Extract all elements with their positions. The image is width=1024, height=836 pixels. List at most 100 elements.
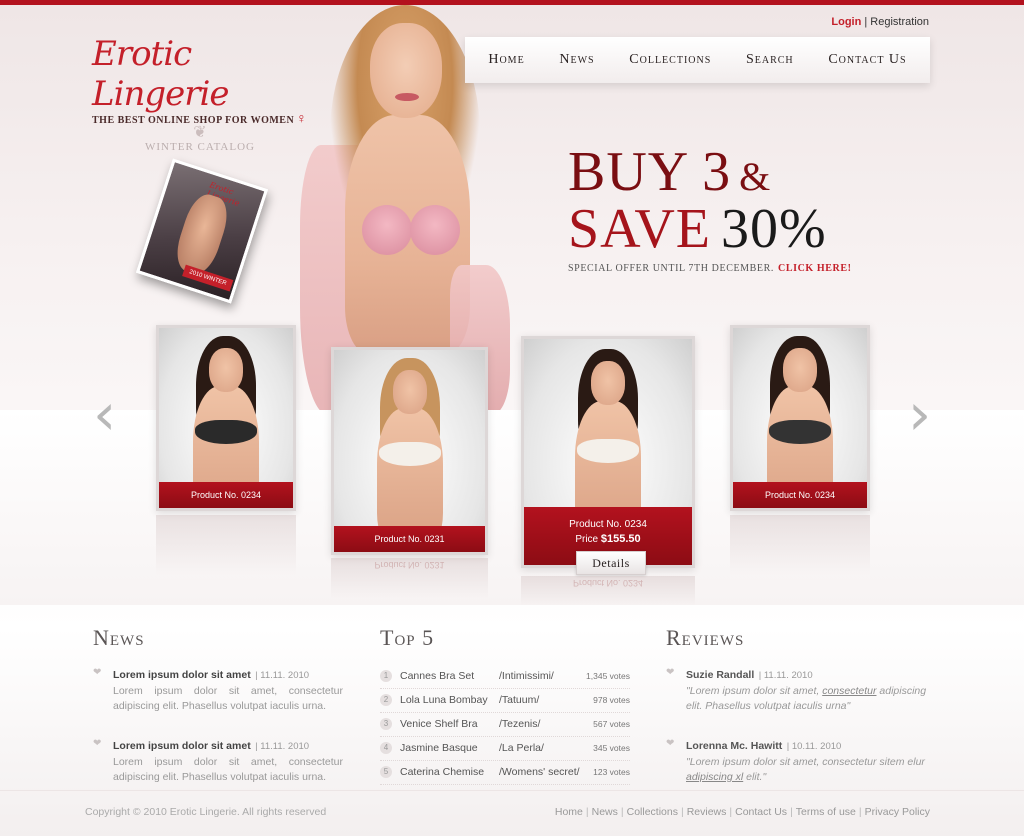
reviews-heading: Reviews bbox=[666, 625, 745, 650]
product-card[interactable]: Product No. 0234 bbox=[156, 325, 296, 511]
top5-brand: /Intimissimi/ bbox=[499, 670, 554, 682]
main-nav: Home News Collections Search Contact Us bbox=[465, 37, 930, 83]
top5-brand: /Tatuum/ bbox=[499, 694, 540, 706]
news-item[interactable]: ❤ Lorem ipsum dolor sit amet | 11.11. 20… bbox=[93, 665, 343, 714]
bra-shape bbox=[378, 442, 441, 466]
review-date: | 10.11. 2010 bbox=[786, 741, 842, 752]
heart-icon: ❤ bbox=[93, 738, 102, 749]
top5-votes: 567 votes bbox=[593, 719, 630, 729]
footer-link-privacy[interactable]: Privacy Policy bbox=[865, 806, 930, 818]
footer-link-home[interactable]: Home bbox=[555, 806, 583, 818]
offer-line2: Save 30% bbox=[568, 201, 868, 257]
top5-item[interactable]: 1 Cannes Bra Set /Intimissimi/ 1,345 vot… bbox=[380, 665, 630, 689]
nav-collections[interactable]: Collections bbox=[629, 52, 711, 68]
offer-line1: Buy 3 & bbox=[568, 144, 868, 203]
footer-separator: | bbox=[585, 806, 589, 818]
footer-link-contact-us[interactable]: Contact Us bbox=[735, 806, 787, 818]
bra-shape bbox=[769, 420, 831, 444]
top5-item[interactable]: 2 Lola Luna Bombay /Tatuum/ 978 votes bbox=[380, 689, 630, 713]
nav-home[interactable]: Home bbox=[488, 52, 524, 68]
auth-links: Login | Registration bbox=[831, 16, 929, 28]
top5-item[interactable]: 3 Venice Shelf Bra /Tezenis/ 567 votes bbox=[380, 713, 630, 737]
footer-separator: | bbox=[729, 806, 733, 818]
product-reflection bbox=[730, 515, 870, 575]
review-header: Suzie Randall | 11.11. 2010 bbox=[686, 665, 928, 683]
winter-catalog[interactable]: ❦ Winter Catalog Erotic Lingerie 2010 WI… bbox=[135, 124, 269, 304]
carousel-next-icon[interactable]: › bbox=[908, 384, 931, 444]
top5-section: Top 5 1 Cannes Bra Set /Intimissimi/ 1,3… bbox=[380, 625, 630, 785]
heart-icon: ❤ bbox=[93, 667, 102, 678]
product-label: Product No. 0234 bbox=[733, 482, 867, 508]
top5-name: Venice Shelf Bra bbox=[400, 718, 478, 730]
top5-votes: 1,345 votes bbox=[586, 671, 630, 681]
offer-subtext: SPECIAL OFFER UNTIL 7TH DECEMBER. CLICK H… bbox=[568, 263, 868, 274]
review-text-link[interactable]: adipiscing xl bbox=[686, 771, 743, 783]
product-price-line: Price $155.50 bbox=[524, 533, 692, 546]
top5-heading: Top 5 bbox=[380, 625, 435, 650]
nav-news[interactable]: News bbox=[559, 52, 594, 68]
promo-offer: Buy 3 & Save 30% SPECIAL OFFER UNTIL 7TH D… bbox=[568, 144, 868, 274]
footer-separator: | bbox=[790, 806, 793, 818]
catalog-cover-ribbon: 2010 WINTER bbox=[182, 264, 234, 292]
catalog-cover-figure bbox=[170, 189, 234, 279]
footer-link-reviews[interactable]: Reviews bbox=[687, 806, 727, 818]
site-logo[interactable]: Erotic Lingerie The best online shop for… bbox=[92, 34, 312, 128]
offer-click-here-link[interactable]: CLICK HERE! bbox=[778, 263, 852, 274]
news-text: Lorem ipsum dolor sit amet, consectetur … bbox=[113, 685, 343, 712]
login-link[interactable]: Login bbox=[831, 16, 861, 28]
footer-link-news[interactable]: News bbox=[592, 806, 618, 818]
product-card[interactable]: Product No. 0234 bbox=[730, 325, 870, 511]
heart-icon: ❤ bbox=[666, 738, 675, 749]
review-text: "Lorem ipsum dolor sit amet, consectetur… bbox=[686, 755, 928, 785]
ornament-icon: ❦ bbox=[193, 124, 207, 141]
offer-amp: & bbox=[739, 154, 772, 199]
product-card-featured[interactable]: Product No. 0234 Price $155.50 Details bbox=[521, 336, 695, 575]
bra-shape bbox=[410, 205, 460, 255]
bra-shape bbox=[577, 439, 639, 463]
face-shape bbox=[591, 361, 625, 405]
nav-contact-us[interactable]: Contact Us bbox=[828, 52, 906, 68]
footer-link-terms[interactable]: Terms of use bbox=[796, 806, 856, 818]
top5-name: Cannes Bra Set bbox=[400, 670, 475, 682]
review-text-start: "Lorem ipsum dolor sit amet, consectetur… bbox=[686, 756, 925, 768]
product-card[interactable]: Product No. 0231 bbox=[331, 347, 488, 555]
heart-icon: ❤ bbox=[666, 667, 675, 678]
reviewer-name: Suzie Randall bbox=[686, 669, 755, 681]
face-shape bbox=[209, 348, 243, 392]
footer-separator: | bbox=[858, 806, 862, 818]
product-number: Product No. 0234 bbox=[569, 519, 647, 530]
review-text-link[interactable]: consectetur bbox=[822, 685, 876, 697]
carousel-prev-icon[interactable]: ‹ bbox=[93, 384, 116, 444]
top5-votes: 978 votes bbox=[593, 695, 630, 705]
news-item[interactable]: ❤ Lorem ipsum dolor sit amet | 11.11. 20… bbox=[93, 736, 343, 785]
news-date: | 11.11. 2010 bbox=[255, 741, 310, 752]
news-title: Lorem ipsum dolor sit amet bbox=[113, 669, 251, 681]
top5-brand: /Tezenis/ bbox=[499, 718, 541, 730]
top5-item[interactable]: 5 Caterina Chemise /Womens' secret/ 123 … bbox=[380, 761, 630, 785]
reflection-text: Product No. 0234 bbox=[572, 578, 644, 588]
rank-badge: 5 bbox=[380, 766, 392, 778]
auth-separator: | bbox=[864, 16, 868, 28]
registration-link[interactable]: Registration bbox=[870, 16, 929, 28]
product-reflection: Product No. 0231 bbox=[331, 558, 488, 598]
face-shape bbox=[783, 348, 817, 392]
footer-link-collections[interactable]: Collections bbox=[627, 806, 678, 818]
product-photo bbox=[159, 328, 293, 508]
footer-separator: | bbox=[680, 806, 684, 818]
logo-title: Erotic Lingerie bbox=[92, 34, 229, 114]
news-heading: News bbox=[93, 625, 145, 650]
top5-item[interactable]: 4 Jasmine Basque /La Perla/ 345 votes bbox=[380, 737, 630, 761]
nav-search[interactable]: Search bbox=[746, 52, 794, 68]
news-title: Lorem ipsum dolor sit amet bbox=[113, 740, 251, 752]
news-date: | 11.11. 2010 bbox=[255, 670, 310, 681]
product-label: Product No. 0231 bbox=[334, 526, 485, 552]
rank-badge: 4 bbox=[380, 742, 392, 754]
review-item: ❤ Suzie Randall | 11.11. 2010 "Lorem ips… bbox=[666, 665, 928, 714]
rank-badge: 1 bbox=[380, 670, 392, 682]
details-button[interactable]: Details bbox=[576, 551, 646, 575]
lips-shape bbox=[395, 93, 419, 101]
product-reflection: Product No. 0234 bbox=[521, 576, 695, 606]
review-header: Lorenna Mc. Hawitt | 10.11. 2010 bbox=[686, 736, 928, 754]
price-label: Price bbox=[575, 534, 599, 545]
reviewer-name: Lorenna Mc. Hawitt bbox=[686, 740, 783, 752]
